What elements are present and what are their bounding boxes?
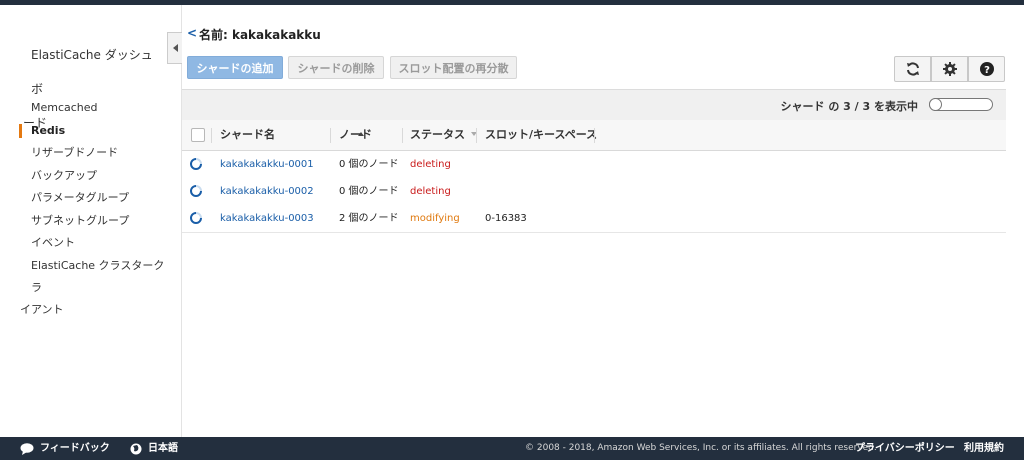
- redistribute-slots-button[interactable]: スロット配置の再分散: [390, 56, 517, 79]
- column-divider: [476, 128, 477, 143]
- sidebar-item-parameter-groups[interactable]: パラメータグループ: [0, 187, 181, 210]
- table-row[interactable]: kakakakakku-0003 2 個のノード modifying 0-163…: [182, 205, 1006, 233]
- slot-range: 0-16383: [485, 213, 527, 224]
- status-text: deleting: [410, 186, 451, 197]
- column-header-slots[interactable]: スロット/キースペース: [485, 120, 597, 150]
- node-count: 0 個のノード: [339, 159, 399, 170]
- shard-name-link[interactable]: kakakakakku-0003: [220, 205, 314, 232]
- table-toolbar: シャード の 3 / 3 を表示中: [182, 89, 1006, 121]
- sidebar-item-cluster-client-line2: イアント: [20, 302, 64, 316]
- sidebar-nav: Memcached Redis リザーブドノード バックアップ パラメータグルー…: [0, 97, 181, 321]
- display-toggle[interactable]: [929, 98, 993, 111]
- loading-spinner-icon: [190, 212, 202, 224]
- sidebar-item-memcached[interactable]: Memcached: [0, 97, 181, 120]
- refresh-button[interactable]: [894, 56, 931, 82]
- loading-spinner-icon: [190, 185, 202, 197]
- language-selector[interactable]: 日本語: [130, 437, 178, 460]
- add-shard-button[interactable]: シャードの追加: [187, 56, 283, 79]
- help-button[interactable]: ?: [968, 56, 1005, 82]
- column-divider: [330, 128, 331, 143]
- loading-spinner-icon: [190, 158, 202, 170]
- feedback-label: フィードバック: [40, 443, 110, 454]
- sidebar-item-events[interactable]: イベント: [0, 232, 181, 255]
- refresh-icon: [906, 62, 919, 76]
- sidebar-collapse-button[interactable]: [167, 32, 182, 64]
- status-text: deleting: [410, 159, 451, 170]
- sidebar-item-cluster-client[interactable]: ElastiCache クラスタークラ イアント: [0, 255, 181, 321]
- shard-name-link[interactable]: kakakakakku-0001: [220, 151, 314, 178]
- svg-text:?: ?: [984, 65, 990, 76]
- table-row[interactable]: kakakakakku-0001 0 個のノード deleting: [182, 151, 1006, 179]
- footer: フィードバック 日本語 © 2008 - 2018, Amazon Web Se…: [0, 437, 1024, 460]
- terms-link[interactable]: 利用規約: [964, 437, 1004, 460]
- table-row[interactable]: kakakakakku-0002 0 個のノード deleting: [182, 178, 1006, 206]
- speech-bubble-icon: [20, 442, 34, 455]
- column-divider: [211, 128, 212, 143]
- status-text: modifying: [410, 213, 460, 224]
- column-header-status[interactable]: ステータス: [410, 120, 477, 150]
- sidebar-title-line1: ElastiCache ダッシュボ: [31, 48, 153, 96]
- privacy-policy-link[interactable]: プライバシーポリシー: [855, 437, 955, 460]
- column-divider: [594, 128, 595, 143]
- shard-count-text: シャード の 3 / 3 を表示中: [780, 100, 918, 113]
- sidebar-item-reserved-nodes[interactable]: リザーブドノード: [0, 142, 181, 165]
- column-header-nodes[interactable]: ノード: [339, 120, 372, 150]
- node-count: 0 個のノード: [339, 186, 399, 197]
- column-divider: [402, 128, 403, 143]
- sidebar-item-cluster-client-line1: ElastiCache クラスタークラ: [31, 258, 165, 294]
- gear-icon: [942, 62, 957, 76]
- settings-button[interactable]: [931, 56, 968, 82]
- collapse-left-icon: [172, 44, 178, 52]
- toggle-knob[interactable]: [929, 98, 942, 111]
- table-header: シャード名 ノード ステータス スロット/キースペース: [182, 120, 1006, 151]
- help-icon: ?: [979, 62, 994, 76]
- sidebar: ElastiCache ダッシュボ ード Memcached Redis リザー…: [0, 5, 182, 437]
- language-label: 日本語: [148, 443, 178, 454]
- node-count: 2 個のノード: [339, 213, 399, 224]
- shard-name-link[interactable]: kakakakakku-0002: [220, 178, 314, 205]
- select-all-checkbox[interactable]: [191, 128, 205, 142]
- back-button[interactable]: <: [187, 26, 197, 40]
- feedback-link[interactable]: フィードバック: [20, 437, 110, 460]
- sidebar-item-subnet-groups[interactable]: サブネットグループ: [0, 210, 181, 233]
- page-title: 名前: kakakakakku: [199, 28, 321, 42]
- sidebar-item-backups[interactable]: バックアップ: [0, 165, 181, 188]
- sidebar-item-redis[interactable]: Redis: [0, 120, 181, 143]
- copyright-text: © 2008 - 2018, Amazon Web Services, Inc.…: [525, 443, 877, 453]
- delete-shard-button[interactable]: シャードの削除: [288, 56, 384, 79]
- globe-icon: [130, 443, 142, 454]
